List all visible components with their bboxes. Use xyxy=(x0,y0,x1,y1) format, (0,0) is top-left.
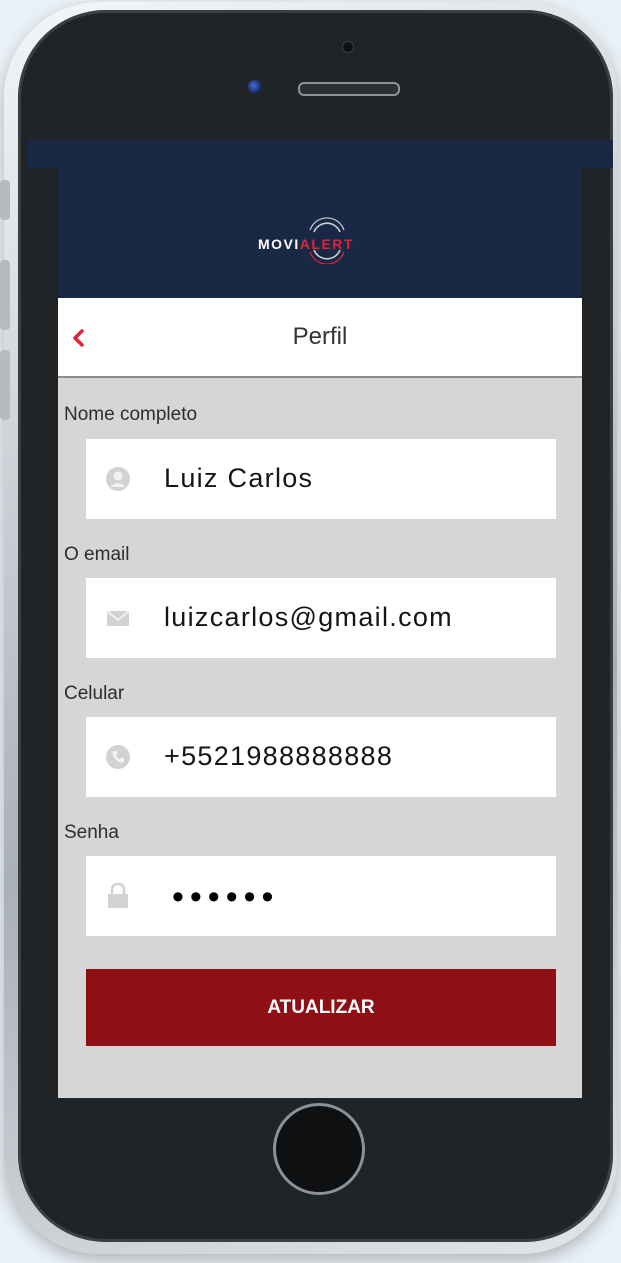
app-screen: MOVIALERT Perfil Nome completo Luiz Carl… xyxy=(58,168,582,1098)
envelope-icon xyxy=(106,610,130,626)
update-button[interactable]: ATUALIZAR xyxy=(86,969,556,1046)
volume-down-button xyxy=(0,350,10,420)
email-value: luizcarlos@gmail.com xyxy=(164,602,453,632)
phone-icon xyxy=(106,745,130,769)
page-title: Perfil xyxy=(292,323,348,350)
movialert-logo: MOVIALERT xyxy=(258,216,388,264)
password-field[interactable]: •••••• xyxy=(86,856,556,936)
password-label: Senha xyxy=(64,822,119,843)
app-header: MOVIALERT xyxy=(58,168,582,298)
full-name-value: Luiz Carlos xyxy=(164,463,314,493)
volume-up-button xyxy=(0,260,10,330)
home-button[interactable] xyxy=(273,1103,365,1195)
phone-field[interactable]: +5521988888888 xyxy=(86,717,556,797)
front-camera xyxy=(248,80,262,94)
nav-bar: Perfil xyxy=(58,298,582,378)
earpiece-speaker xyxy=(298,82,400,96)
mute-switch xyxy=(0,180,10,220)
phone-value: +5521988888888 xyxy=(164,741,394,771)
user-icon xyxy=(106,467,130,491)
email-label: O email xyxy=(64,544,130,565)
password-value: •••••• xyxy=(172,878,280,916)
proximity-sensor xyxy=(342,41,354,53)
email-field[interactable]: luizcarlos@gmail.com xyxy=(86,578,556,658)
phone-label: Celular xyxy=(64,683,125,704)
status-bar xyxy=(28,140,613,168)
lock-icon xyxy=(108,882,128,908)
full-name-label: Nome completo xyxy=(64,404,198,425)
logo-wordmark: MOVIALERT xyxy=(258,236,354,252)
full-name-field[interactable]: Luiz Carlos xyxy=(86,439,556,519)
